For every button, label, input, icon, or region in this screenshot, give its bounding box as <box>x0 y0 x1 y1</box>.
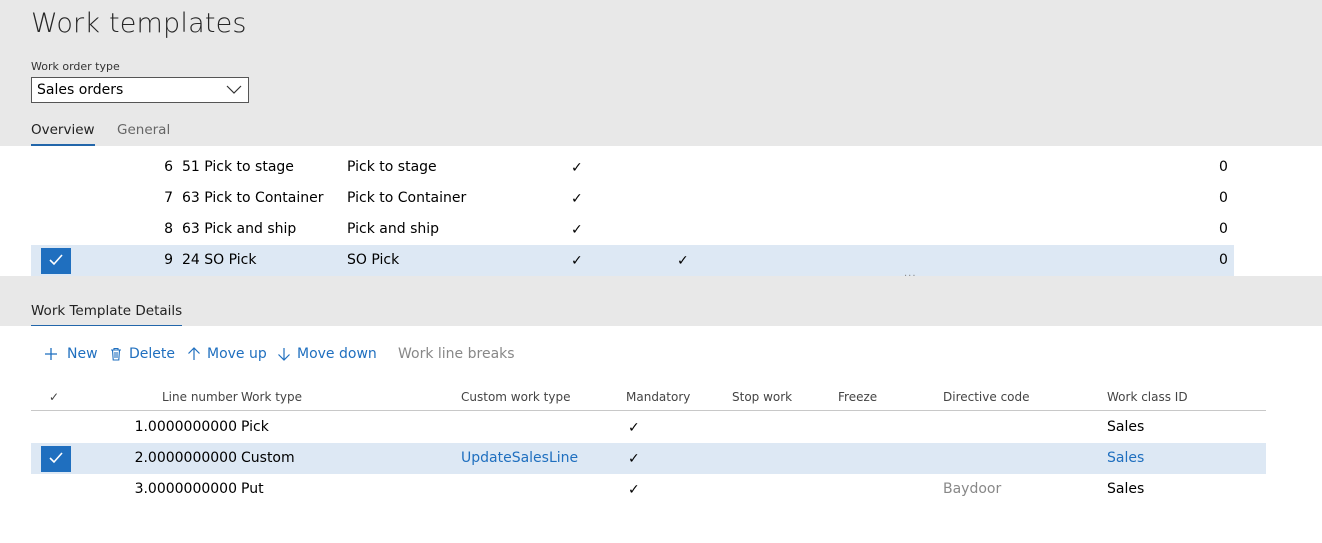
col-work-type[interactable]: Work type <box>241 390 302 404</box>
checkmark-icon <box>49 452 63 464</box>
work-type-cell: Put <box>241 481 264 497</box>
template-value: 0 <box>1219 190 1228 206</box>
template-description: SO Pick <box>347 252 400 268</box>
move-up-button-label: Move up <box>207 346 267 362</box>
details-grid-header: ✓ Line number Work type Custom work type… <box>31 380 1266 411</box>
checkmark-icon <box>49 254 63 266</box>
move-down-button-label: Move down <box>297 346 377 362</box>
line-number-cell: 2.0000000000 <box>134 450 237 466</box>
template-value: 0 <box>1219 159 1228 175</box>
trash-icon <box>111 347 121 361</box>
checkmark-icon: ✓ <box>571 160 583 176</box>
template-seq: 9 <box>164 252 173 268</box>
checkmark-icon: ✓ <box>628 451 640 467</box>
line-number-cell: 1.0000000000 <box>134 419 237 435</box>
tab-overview-label: Overview <box>31 122 95 138</box>
directive-code-cell: Baydoor <box>943 481 1002 497</box>
template-name: 51 Pick to stage <box>182 159 294 175</box>
details-tab-label: Work Template Details <box>31 303 183 319</box>
template-description: Pick to Container <box>347 190 467 206</box>
new-button-label: New <box>67 346 98 362</box>
template-name: 63 Pick to Container <box>182 190 324 206</box>
plus-icon <box>45 348 57 360</box>
tab-overview[interactable]: Overview <box>31 122 95 146</box>
line-number-cell: 3.0000000000 <box>134 481 237 497</box>
template-value: 0 <box>1219 252 1228 268</box>
work-class-id-cell: Sales <box>1107 481 1145 497</box>
work-order-type-value: Sales orders <box>37 82 124 98</box>
col-work-class-id[interactable]: Work class ID <box>1107 390 1188 404</box>
col-line-number[interactable]: Line number <box>162 390 238 404</box>
checkmark-icon: ✓ <box>628 482 640 498</box>
detail-row-selected[interactable]: 2.0000000000 Custom UpdateSalesLine ✓ Sa… <box>31 443 1266 474</box>
splitter-handle[interactable]: ... <box>904 268 917 279</box>
template-seq: 7 <box>164 190 173 206</box>
template-description: Pick and ship <box>347 221 440 237</box>
work-type-cell: Custom <box>241 450 295 466</box>
tab-general-label: General <box>117 122 171 138</box>
template-row[interactable]: 6 51 Pick to stage Pick to stage ✓ 0 <box>31 152 1234 183</box>
work-line-breaks-label: Work line breaks <box>398 346 515 362</box>
work-line-breaks-button[interactable]: Work line breaks <box>398 346 515 362</box>
arrow-up-icon <box>188 347 200 360</box>
arrow-down-icon <box>278 348 290 361</box>
col-freeze[interactable]: Freeze <box>838 390 877 404</box>
delete-button-label: Delete <box>129 346 175 362</box>
tab-work-template-details[interactable]: Work Template Details <box>31 303 183 327</box>
checkmark-icon: ✓ <box>571 191 583 207</box>
detail-row[interactable]: 1.0000000000 Pick ✓ Sales <box>31 412 1266 443</box>
col-custom-work-type[interactable]: Custom work type <box>461 390 570 404</box>
work-type-cell: Pick <box>241 419 269 435</box>
template-seq: 8 <box>164 221 173 237</box>
work-class-id-link[interactable]: Sales <box>1107 450 1144 466</box>
templates-grid: 6 51 Pick to stage Pick to stage ✓ 0 7 6… <box>0 146 1322 276</box>
template-row[interactable]: 7 63 Pick to Container Pick to Container… <box>31 183 1234 214</box>
checkmark-icon: ✓ <box>571 253 583 269</box>
template-seq: 6 <box>164 159 173 175</box>
detail-row[interactable]: 3.0000000000 Put ✓ Baydoor Sales <box>31 474 1266 505</box>
template-name: 63 Pick and ship <box>182 221 297 237</box>
col-mandatory[interactable]: Mandatory <box>626 390 690 404</box>
checkmark-icon: ✓ <box>628 420 640 436</box>
select-all-checkbox[interactable]: ✓ <box>49 390 59 404</box>
work-order-type-select[interactable]: Sales orders <box>31 77 249 103</box>
template-name: 24 SO Pick <box>182 252 257 268</box>
custom-work-type-link[interactable]: UpdateSalesLine <box>461 450 578 466</box>
chevron-down-icon <box>226 85 242 94</box>
row-select-checkbox[interactable] <box>41 248 71 274</box>
checkmark-icon: ✓ <box>571 222 583 238</box>
work-class-id-cell: Sales <box>1107 419 1145 435</box>
template-row-selected[interactable]: 9 24 SO Pick SO Pick ✓ ✓ 0 <box>31 245 1234 276</box>
template-row[interactable]: 8 63 Pick and ship Pick and ship ✓ 0 <box>31 214 1234 245</box>
tab-general[interactable]: General <box>117 122 170 138</box>
work-order-type-label: Work order type <box>31 60 120 73</box>
col-stop-work[interactable]: Stop work <box>732 390 792 404</box>
row-select-checkbox[interactable] <box>41 446 71 472</box>
details-header-band <box>0 276 1322 326</box>
template-description: Pick to stage <box>347 159 437 175</box>
col-directive-code[interactable]: Directive code <box>943 390 1030 404</box>
page-title: Work templates <box>31 8 247 39</box>
template-value: 0 <box>1219 221 1228 237</box>
checkmark-icon: ✓ <box>677 253 689 269</box>
